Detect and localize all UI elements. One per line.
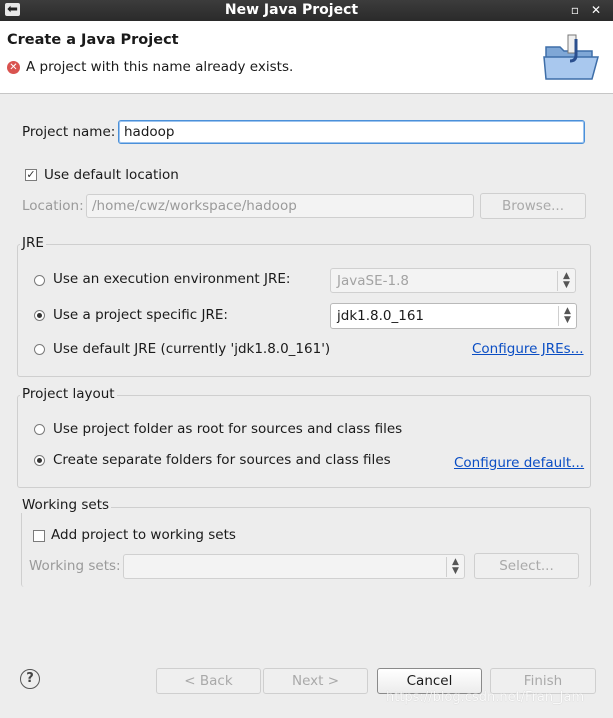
configure-jres-link[interactable]: Configure JREs... — [472, 341, 584, 357]
project-layout-group — [17, 395, 591, 488]
jre-env-select[interactable]: JavaSE-1.8 ▲ ▼ — [330, 268, 576, 293]
jre-env-radio[interactable] — [34, 275, 45, 286]
jre-specific-value: jdk1.8.0_161 — [337, 308, 425, 324]
use-default-location-label: Use default location — [44, 167, 179, 183]
minimize-icon[interactable]: ▫ — [568, 3, 582, 17]
error-text: A project with this name already exists. — [26, 59, 294, 75]
help-icon[interactable]: ? — [20, 669, 40, 689]
browse-button[interactable]: Browse... — [480, 193, 586, 219]
window-title: New Java Project — [224, 2, 359, 18]
select-working-sets-button[interactable]: Select... — [474, 553, 579, 579]
jre-default-label: Use default JRE (currently 'jdk1.8.0_161… — [53, 341, 331, 357]
error-message: ✕ A project with this name already exist… — [7, 59, 293, 75]
jre-env-value: JavaSE-1.8 — [337, 273, 409, 289]
java-project-folder-icon — [543, 34, 599, 80]
watermark: https://blog.csdn.net/Fran_Jam — [386, 690, 585, 705]
add-to-working-sets-checkbox[interactable] — [33, 530, 45, 542]
back-button[interactable]: < Back — [156, 668, 261, 694]
jre-specific-radio[interactable] — [34, 310, 45, 321]
project-name-input[interactable]: hadoop — [118, 120, 585, 144]
add-to-working-sets-label: Add project to working sets — [51, 527, 236, 543]
title-bar: ⬅ New Java Project ▫ ✕ — [0, 0, 613, 21]
location-input[interactable]: /home/cwz/workspace/hadoop — [86, 194, 474, 218]
project-name-label: Project name: — [22, 124, 116, 140]
jre-specific-select[interactable]: jdk1.8.0_161 ▲ ▼ — [330, 303, 577, 329]
use-default-location-checkbox[interactable]: ✓ — [25, 169, 37, 181]
layout-separate-radio[interactable] — [34, 455, 45, 466]
close-icon[interactable]: ✕ — [589, 3, 603, 17]
jre-specific-label: Use a project specific JRE: — [53, 307, 228, 323]
jre-env-label: Use an execution environment JRE: — [53, 271, 291, 287]
working-sets-label: Working sets: — [29, 558, 121, 574]
project-layout-group-label: Project layout — [20, 386, 117, 402]
chevron-updown-icon: ▲ ▼ — [558, 306, 576, 326]
chevron-updown-icon: ▲ ▼ — [446, 557, 464, 577]
jre-default-radio[interactable] — [34, 344, 45, 355]
working-sets-group-label: Working sets — [20, 497, 112, 513]
chevron-updown-icon: ▲ ▼ — [557, 271, 575, 291]
error-icon: ✕ — [7, 60, 20, 74]
working-sets-select[interactable]: ▲ ▼ — [123, 554, 465, 579]
next-button[interactable]: Next > — [263, 668, 368, 694]
layout-separate-label: Create separate folders for sources and … — [53, 452, 391, 468]
configure-default-link[interactable]: Configure default... — [454, 455, 584, 471]
header-banner: Create a Java Project ✕ A project with t… — [0, 21, 613, 94]
location-label: Location: — [22, 198, 84, 214]
layout-root-label: Use project folder as root for sources a… — [53, 421, 403, 437]
layout-root-radio[interactable] — [34, 424, 45, 435]
page-title: Create a Java Project — [7, 32, 179, 48]
jre-group-label: JRE — [20, 235, 46, 251]
